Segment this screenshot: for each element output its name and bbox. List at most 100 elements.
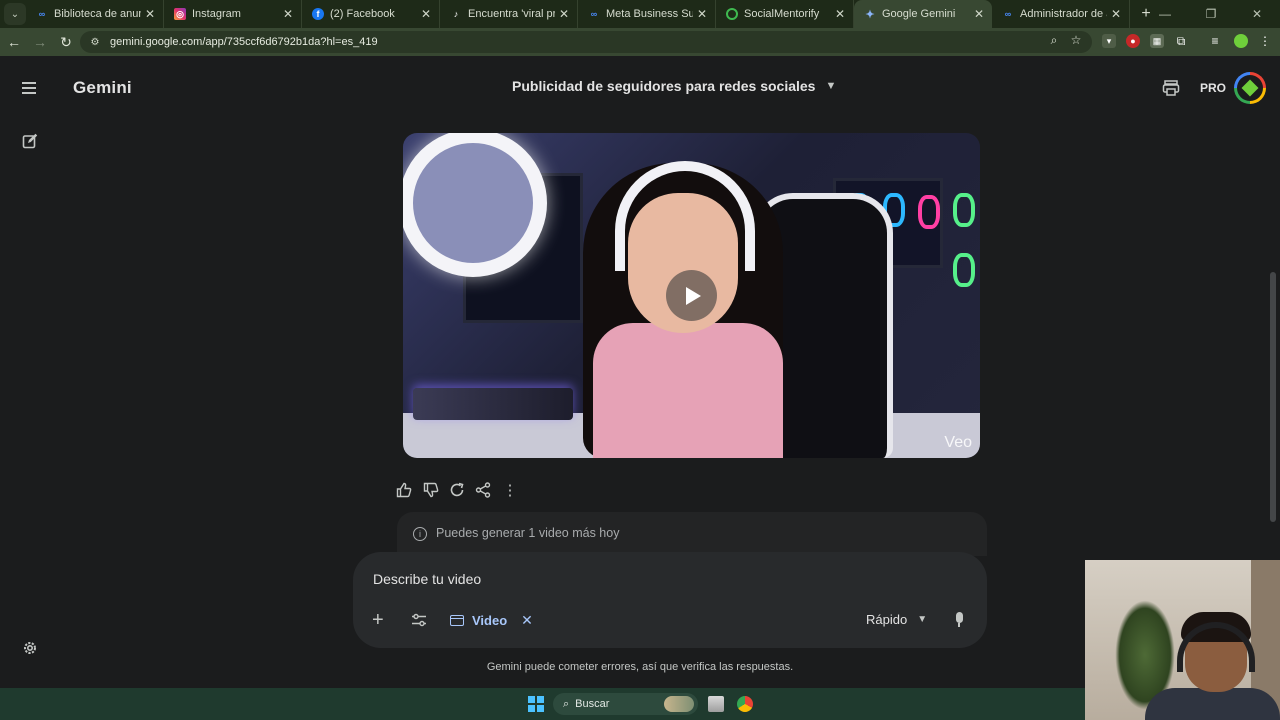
close-icon[interactable]: ✕ bbox=[559, 7, 569, 21]
scrollbar[interactable] bbox=[1270, 272, 1276, 522]
tab-meta-business[interactable]: ∞ Meta Business Suite ✕ bbox=[578, 0, 716, 28]
close-icon[interactable]: ✕ bbox=[145, 7, 155, 21]
video-tool-chip[interactable]: Video ✕ bbox=[450, 612, 533, 629]
thumbs-down-button[interactable] bbox=[421, 480, 441, 500]
play-icon bbox=[686, 286, 701, 305]
close-icon[interactable]: ✕ bbox=[421, 7, 431, 21]
taskbar-search[interactable]: ⌕ Buscar bbox=[553, 693, 698, 715]
close-icon[interactable]: ✕ bbox=[974, 7, 984, 21]
settings-button[interactable] bbox=[16, 634, 44, 662]
chrome-icon[interactable] bbox=[737, 696, 753, 712]
regenerate-button[interactable] bbox=[447, 480, 467, 500]
gemini-icon: ✦ bbox=[865, 8, 875, 21]
meta-icon: ∞ bbox=[590, 9, 598, 19]
prompt-input[interactable]: Describe tu video bbox=[373, 571, 481, 587]
video-frame-fan bbox=[918, 195, 940, 229]
header-actions: PRO bbox=[1162, 72, 1266, 104]
quota-text: Puedes generar 1 video más hoy bbox=[436, 526, 620, 540]
tab-label: Administrador de anunc bbox=[1020, 8, 1107, 20]
tab-tiktok[interactable]: ♪ Encuentra 'viral pro' en Ti ✕ bbox=[440, 0, 578, 28]
printer-icon[interactable] bbox=[1162, 79, 1180, 97]
webcam-person bbox=[1145, 688, 1280, 720]
restore-button[interactable]: ❐ bbox=[1188, 0, 1234, 28]
close-icon[interactable]: ✕ bbox=[835, 7, 845, 21]
avatar[interactable] bbox=[1234, 72, 1266, 104]
play-button[interactable] bbox=[666, 270, 717, 321]
plus-icon: + bbox=[372, 609, 384, 631]
close-icon[interactable]: ✕ bbox=[283, 7, 293, 21]
minimize-button[interactable]: — bbox=[1142, 0, 1188, 28]
chevron-down-icon: ▼ bbox=[825, 80, 837, 92]
account-logo-icon bbox=[1238, 76, 1262, 100]
tab-socialmentorify[interactable]: SocialMentorify ✕ bbox=[716, 0, 854, 28]
browser-toolbar: ← → ↻ ⚙ gemini.google.com/app/735ccf6d67… bbox=[0, 28, 1280, 56]
chevron-down-icon: ▼ bbox=[917, 614, 928, 625]
thumbs-up-button[interactable] bbox=[394, 480, 414, 500]
tab-instagram[interactable]: ◎ Instagram ✕ bbox=[164, 0, 302, 28]
tab-label: Google Gemini bbox=[882, 8, 956, 20]
browser-tab-strip: ⌄ ∞ Biblioteca de anuncios ✕ ◎ Instagram… bbox=[0, 0, 1280, 28]
pro-badge: PRO bbox=[1199, 81, 1226, 95]
microphone-icon bbox=[955, 612, 963, 623]
add-attachment-button[interactable]: + bbox=[372, 609, 384, 632]
tab-label: Encuentra 'viral pro' en Ti bbox=[468, 8, 555, 20]
app-title[interactable]: Gemini bbox=[73, 78, 132, 98]
veo-watermark: Veo bbox=[944, 434, 972, 451]
main-menu-button[interactable] bbox=[16, 74, 44, 102]
video-tool-label: Video bbox=[472, 613, 508, 628]
reading-list-icon[interactable]: ≡ bbox=[1208, 34, 1222, 48]
tab-label: Meta Business Suite bbox=[606, 8, 693, 20]
close-icon[interactable]: ✕ bbox=[697, 7, 707, 21]
thumbs-down-icon bbox=[423, 482, 439, 498]
tab-label: Instagram bbox=[192, 8, 241, 20]
gear-icon bbox=[24, 642, 36, 654]
back-button[interactable]: ← bbox=[2, 30, 26, 54]
search-icon: ⌕ bbox=[563, 697, 570, 710]
reload-button[interactable]: ↻ bbox=[54, 30, 78, 54]
tab-label: (2) Facebook bbox=[330, 8, 395, 20]
tools-button[interactable] bbox=[411, 613, 427, 627]
conversation-title-dropdown[interactable]: Publicidad de seguidores para redes soci… bbox=[512, 78, 836, 94]
profile-icon[interactable] bbox=[1234, 34, 1248, 48]
conversation-title: Publicidad de seguidores para redes soci… bbox=[512, 78, 816, 94]
tune-icon bbox=[412, 613, 426, 627]
microphone-button[interactable] bbox=[952, 612, 966, 630]
bookmark-star-icon[interactable]: ☆ bbox=[1068, 32, 1084, 48]
forward-button[interactable]: → bbox=[28, 30, 52, 54]
close-icon[interactable]: ✕ bbox=[1111, 7, 1121, 21]
tab-biblioteca[interactable]: ∞ Biblioteca de anuncios ✕ bbox=[26, 0, 164, 28]
prompt-composer[interactable]: Describe tu video bbox=[353, 552, 987, 648]
video-frame-person bbox=[593, 323, 783, 458]
windows-start-icon[interactable] bbox=[528, 696, 544, 712]
extension-icon[interactable]: ▦ bbox=[1150, 34, 1164, 48]
task-view-icon[interactable] bbox=[708, 696, 724, 712]
webcam-overlay bbox=[1085, 560, 1280, 720]
share-icon bbox=[475, 482, 491, 498]
model-mode-label: Rápido bbox=[866, 612, 908, 627]
model-mode-dropdown[interactable]: Rápido ▼ bbox=[866, 612, 927, 627]
zoom-icon[interactable]: ⌕ bbox=[1046, 32, 1062, 48]
new-chat-button[interactable] bbox=[16, 127, 44, 155]
generated-video-player[interactable]: Veo bbox=[403, 133, 980, 458]
site-info-icon[interactable]: ⚙ bbox=[88, 35, 102, 49]
tab-label: SocialMentorify bbox=[744, 8, 820, 20]
remove-tool-icon[interactable]: ✕ bbox=[521, 612, 533, 629]
extension-icon[interactable]: ● bbox=[1126, 34, 1140, 48]
hamburger-icon bbox=[22, 82, 36, 94]
window-close-button[interactable]: ✕ bbox=[1234, 0, 1280, 28]
share-button[interactable] bbox=[473, 480, 493, 500]
video-frame-fan bbox=[953, 193, 975, 227]
info-icon: i bbox=[413, 527, 427, 541]
menu-kebab-icon[interactable]: ⋮ bbox=[1258, 34, 1272, 48]
search-highlight-image bbox=[664, 696, 694, 712]
tab-search-button[interactable]: ⌄ bbox=[4, 3, 26, 25]
edit-icon bbox=[22, 133, 38, 149]
more-options-button[interactable]: ⋮ bbox=[500, 480, 520, 500]
tab-facebook[interactable]: f (2) Facebook ✕ bbox=[302, 0, 440, 28]
tab-administrador[interactable]: ∞ Administrador de anunc ✕ bbox=[992, 0, 1130, 28]
extensions-puzzle-icon[interactable]: ⧉ bbox=[1174, 34, 1188, 48]
thumbs-up-icon bbox=[396, 482, 412, 498]
address-bar[interactable]: ⚙ gemini.google.com/app/735ccf6d6792b1da… bbox=[80, 31, 1092, 53]
extension-icon[interactable]: ▾ bbox=[1102, 34, 1116, 48]
tab-google-gemini[interactable]: ✦ Google Gemini ✕ bbox=[854, 0, 992, 28]
